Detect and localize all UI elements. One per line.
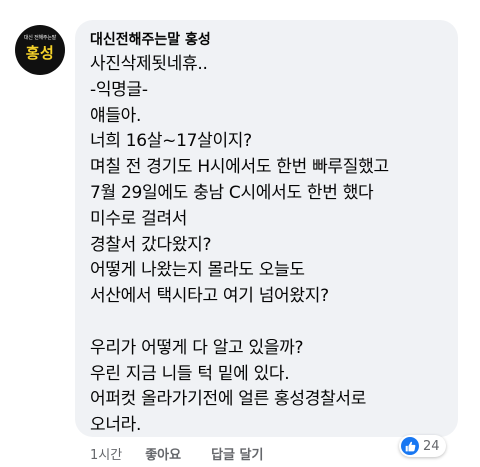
comment-line: 우리가 어떻게 다 알고 있을까? bbox=[90, 337, 304, 358]
comment-line: 어퍼컷 올라가기전에 얼른 홍성경찰서로 bbox=[90, 389, 367, 410]
comment-timestamp[interactable]: 1시간 bbox=[90, 444, 122, 463]
comment-line: 얘들아. bbox=[90, 105, 142, 126]
comment-author[interactable]: 대신전해주는말 홍성 bbox=[90, 29, 211, 49]
avatar-small-text: 대신 전해주는말 bbox=[23, 35, 57, 41]
comment-blank-line bbox=[90, 310, 389, 336]
avatar-big-text: 홍성 bbox=[25, 44, 55, 62]
comment-line: 며칠 전 경기도 H시에서도 한번 빠루질했고 bbox=[90, 157, 389, 178]
comment-line: 미수로 걸려서 bbox=[90, 208, 188, 229]
reaction-summary[interactable]: 24 bbox=[399, 435, 446, 457]
like-button[interactable]: 좋아요 bbox=[145, 444, 181, 463]
comment-line: 서산에서 택시타고 여기 넘어왔지? bbox=[90, 286, 329, 307]
avatar[interactable]: 대신 전해주는말 홍성 bbox=[15, 25, 65, 75]
comment-line: 7월 29일에도 충남 C시에서도 한번 했다 bbox=[90, 182, 374, 203]
comment-body: 사진삭제됫네휴.. -익명글- 얘들아. 너희 16살~17살이지? 며칠 전 … bbox=[90, 52, 389, 439]
comment-line: 어떻게 나왔는지 몰라도 오늘도 bbox=[90, 260, 305, 281]
comment-line: 사진삭제됫네휴.. bbox=[90, 54, 208, 74]
like-icon bbox=[401, 437, 419, 455]
comment-line: 경찰서 갔다왔지? bbox=[90, 234, 212, 255]
comment-line: 오너라. bbox=[90, 415, 142, 436]
comment-line: 너희 16살~17살이지? bbox=[90, 131, 252, 152]
comment-line: -익명글- bbox=[90, 79, 148, 100]
reaction-count: 24 bbox=[423, 438, 440, 454]
comment-line: 우린 지금 니들 턱 밑에 있다. bbox=[90, 363, 290, 384]
comment-actions: 1시간 좋아요 답글 달기 bbox=[90, 444, 293, 463]
reply-button[interactable]: 답글 달기 bbox=[211, 444, 263, 463]
